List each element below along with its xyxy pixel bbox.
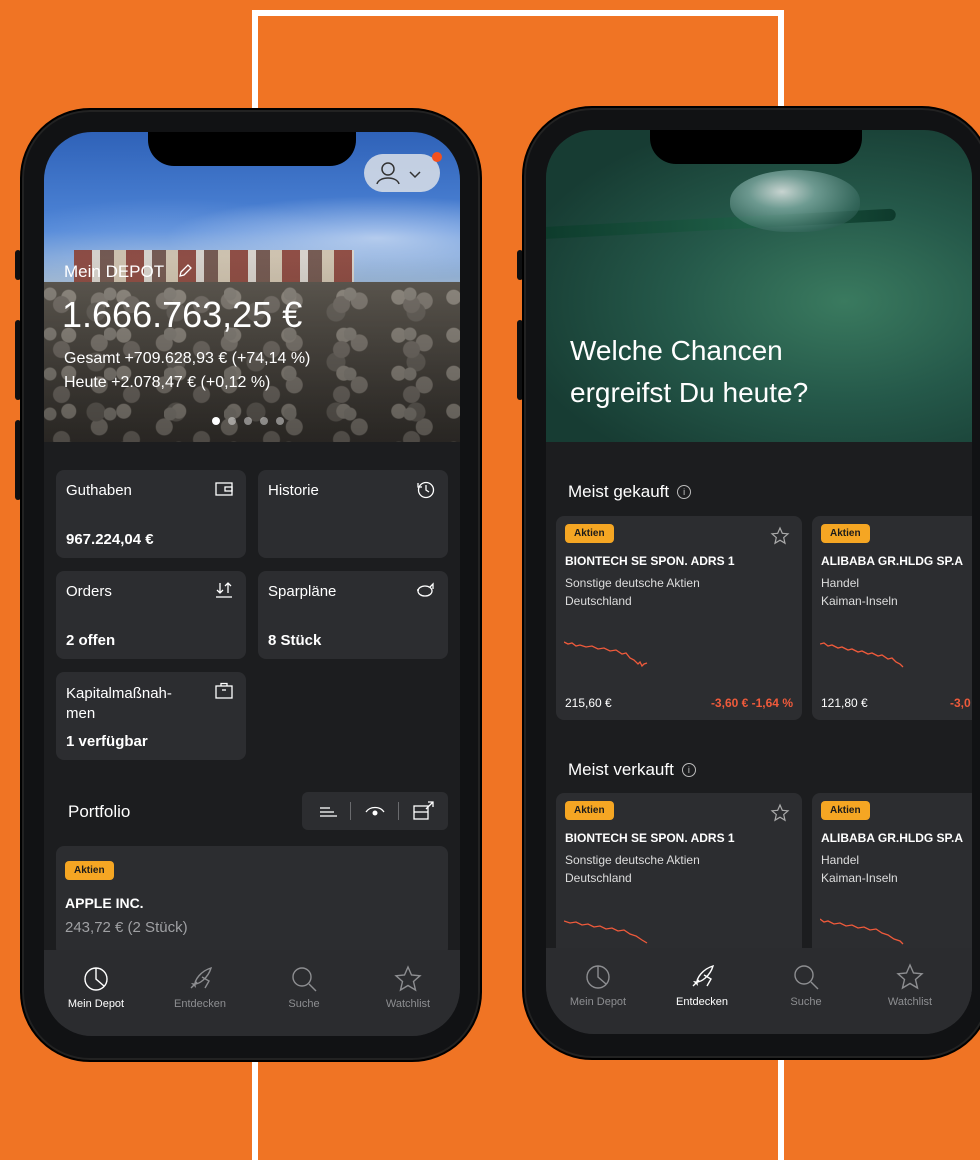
stock-country: Kaiman-Inseln	[821, 594, 898, 608]
search-icon	[292, 967, 317, 992]
phone-right: Welche Chancen ergreifst Du heute? Meist…	[522, 106, 980, 1060]
tile-label: Orders	[66, 583, 112, 600]
stock-name: ALIBABA GR.HLDG SP.A	[821, 831, 964, 845]
tab-watchlist[interactable]: Watchlist	[356, 964, 460, 1010]
tile-value: 967.224,04 €	[66, 531, 154, 548]
tile-value: 1 verfügbar	[66, 733, 148, 750]
tile-kapitalmassnahmen[interactable]: Kapitalmaßnah- men 1 verfügbar	[56, 672, 246, 760]
tile-historie[interactable]: Historie	[258, 470, 448, 558]
star-icon	[896, 963, 924, 990]
tab-bar: Mein Depot Entdecken Suche Watchlist	[546, 948, 972, 1034]
stock-sector: Handel	[821, 576, 860, 590]
history-icon	[417, 481, 435, 499]
section-title-meist-verkauft: Meist verkauft i	[568, 760, 696, 780]
sparkline	[820, 642, 904, 668]
sort-lines-icon[interactable]	[318, 804, 338, 818]
phone-left: Mein DEPOT 1.666.763,25 € Gesamt +709.62…	[20, 108, 482, 1062]
depot-total-change: Gesamt +709.628,93 € (+74,14 %)	[64, 350, 311, 367]
stock-country: Kaiman-Inseln	[821, 871, 898, 885]
tile-label: Kapitalmaßnah- men	[66, 685, 172, 722]
sparkline	[820, 918, 904, 945]
tab-bar: Mein Depot Entdecken Suche Watchlist	[44, 950, 460, 1036]
category-badge: Aktien	[65, 861, 114, 880]
tab-mein-depot[interactable]: Mein Depot	[44, 964, 148, 1010]
decorative-frame-top	[252, 10, 784, 16]
category-badge: Aktien	[565, 801, 614, 820]
notification-dot	[432, 152, 442, 162]
tile-value: 2 offen	[66, 632, 116, 649]
stock-change: -3,0	[950, 696, 971, 710]
pie-chart-icon	[586, 965, 610, 989]
tile-label: Guthaben	[66, 482, 132, 499]
depot-today-change: Heute +2.078,47 € (+0,12 %)	[64, 374, 271, 391]
profile-button[interactable]	[364, 152, 442, 192]
tile-guthaben[interactable]: Guthaben 967.224,04 €	[56, 470, 246, 558]
star-icon[interactable]	[770, 803, 790, 823]
tile-label: Sparpläne	[268, 583, 337, 600]
depot-label: Mein DEPOT	[64, 262, 193, 282]
stock-change: -3,60 € -1,64 %	[710, 696, 793, 710]
tab-entdecken[interactable]: Entdecken	[650, 962, 754, 1008]
carousel-dots[interactable]	[212, 417, 284, 425]
tab-entdecken[interactable]: Entdecken	[148, 964, 252, 1010]
tile-orders[interactable]: Orders 2 offen	[56, 571, 246, 659]
tab-suche[interactable]: Suche	[252, 964, 356, 1010]
decorative-frame-left	[252, 10, 258, 110]
briefcase-icon	[215, 682, 233, 699]
edit-icon[interactable]	[177, 263, 193, 279]
rocket-icon	[692, 964, 715, 987]
sparkline	[564, 920, 648, 944]
stock-name: BIONTECH SE SPON. ADRS 1	[565, 831, 735, 845]
notch	[148, 132, 356, 166]
screen-left: Mein DEPOT 1.666.763,25 € Gesamt +709.62…	[44, 132, 460, 1036]
eye-icon[interactable]	[364, 803, 386, 819]
decorative-frame-right-bottom	[778, 1060, 784, 1160]
decorative-frame-left-bottom	[252, 1060, 258, 1160]
user-icon	[376, 162, 421, 185]
category-badge: Aktien	[821, 524, 870, 543]
star-icon[interactable]	[770, 526, 790, 546]
tile-sparplaene[interactable]: Sparpläne 8 Stück	[258, 571, 448, 659]
info-icon[interactable]: i	[677, 485, 692, 499]
stock-name: APPLE INC.	[65, 895, 144, 911]
market-card[interactable]: Aktien ALIBABA GR.HLDG SP.A Handel Kaima…	[812, 516, 972, 720]
info-icon[interactable]: i	[681, 763, 696, 777]
stock-country: Deutschland	[565, 594, 632, 608]
tab-mein-depot[interactable]: Mein Depot	[546, 962, 650, 1008]
sort-icon	[216, 582, 232, 598]
portfolio-card[interactable]: Aktien APPLE INC. 243,72 € (2 Stück)	[56, 846, 448, 956]
tile-value: 8 Stück	[268, 632, 322, 649]
piggy-bank-icon	[417, 582, 434, 597]
category-badge: Aktien	[821, 801, 870, 820]
tab-suche[interactable]: Suche	[754, 962, 858, 1008]
stock-sector: Sonstige deutsche Aktien	[565, 576, 700, 590]
search-icon	[794, 965, 819, 990]
tile-label: Historie	[268, 482, 319, 499]
stock-detail: 243,72 € (2 Stück)	[65, 919, 188, 936]
portfolio-toolbar	[302, 792, 448, 830]
wallet-icon	[215, 482, 233, 496]
market-card[interactable]: Aktien BIONTECH SE SPON. ADRS 1 Sonstige…	[556, 516, 802, 720]
section-title-meist-gekauft: Meist gekauft i	[568, 482, 692, 502]
star-icon	[394, 965, 422, 992]
rocket-icon	[190, 966, 213, 989]
stock-price: 215,60 €	[565, 696, 612, 710]
screen-right: Welche Chancen ergreifst Du heute? Meist…	[546, 130, 972, 1034]
stock-country: Deutschland	[565, 871, 632, 885]
stock-sector: Sonstige deutsche Aktien	[565, 853, 700, 867]
hero-title: Welche Chancen ergreifst Du heute?	[570, 335, 809, 408]
tab-watchlist[interactable]: Watchlist	[858, 962, 962, 1008]
stock-price: 121,80 €	[821, 696, 868, 710]
depot-value: 1.666.763,25 €	[62, 294, 303, 335]
pie-chart-icon	[84, 967, 108, 991]
export-icon[interactable]	[412, 800, 436, 822]
stock-name: ALIBABA GR.HLDG SP.A	[821, 554, 964, 568]
portfolio-title: Portfolio	[68, 802, 131, 821]
sparkline	[564, 641, 648, 668]
notch	[650, 130, 862, 164]
category-badge: Aktien	[565, 524, 614, 543]
decorative-frame-right	[778, 10, 784, 110]
stock-sector: Handel	[821, 853, 860, 867]
stock-name: BIONTECH SE SPON. ADRS 1	[565, 554, 735, 568]
